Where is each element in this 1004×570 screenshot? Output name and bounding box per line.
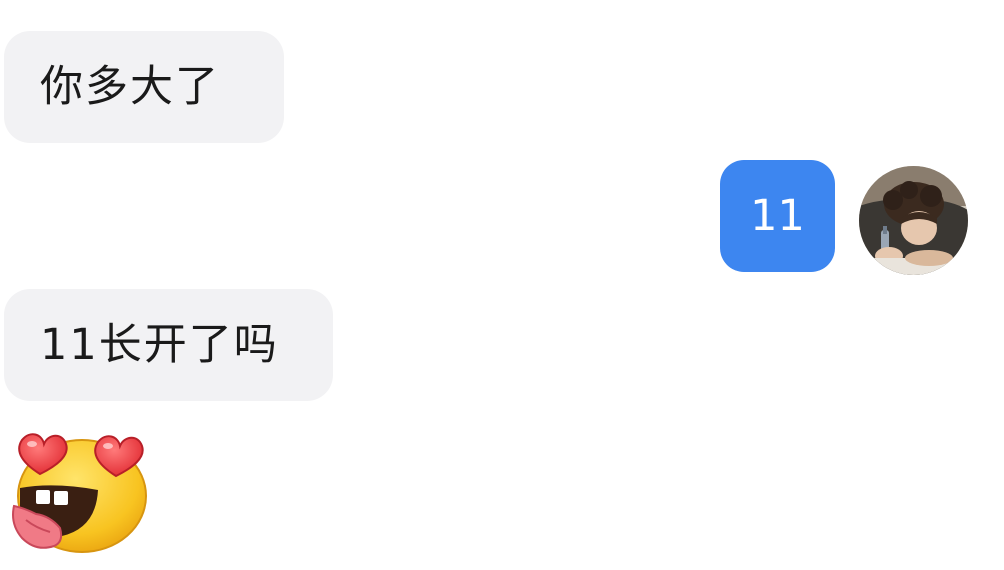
incoming-message-bubble[interactable]: 11长开了吗 xyxy=(4,289,333,401)
incoming-message-bubble[interactable]: 你多大了 xyxy=(4,31,284,143)
heart-eyes-tongue-emoji-icon[interactable] xyxy=(6,424,152,556)
message-text: 11长开了吗 xyxy=(40,319,279,370)
message-text: 你多大了 xyxy=(40,61,220,112)
outgoing-message-bubble[interactable]: 11 xyxy=(720,160,835,272)
user-avatar-icon[interactable] xyxy=(859,166,968,275)
message-text: 11 xyxy=(750,190,805,241)
